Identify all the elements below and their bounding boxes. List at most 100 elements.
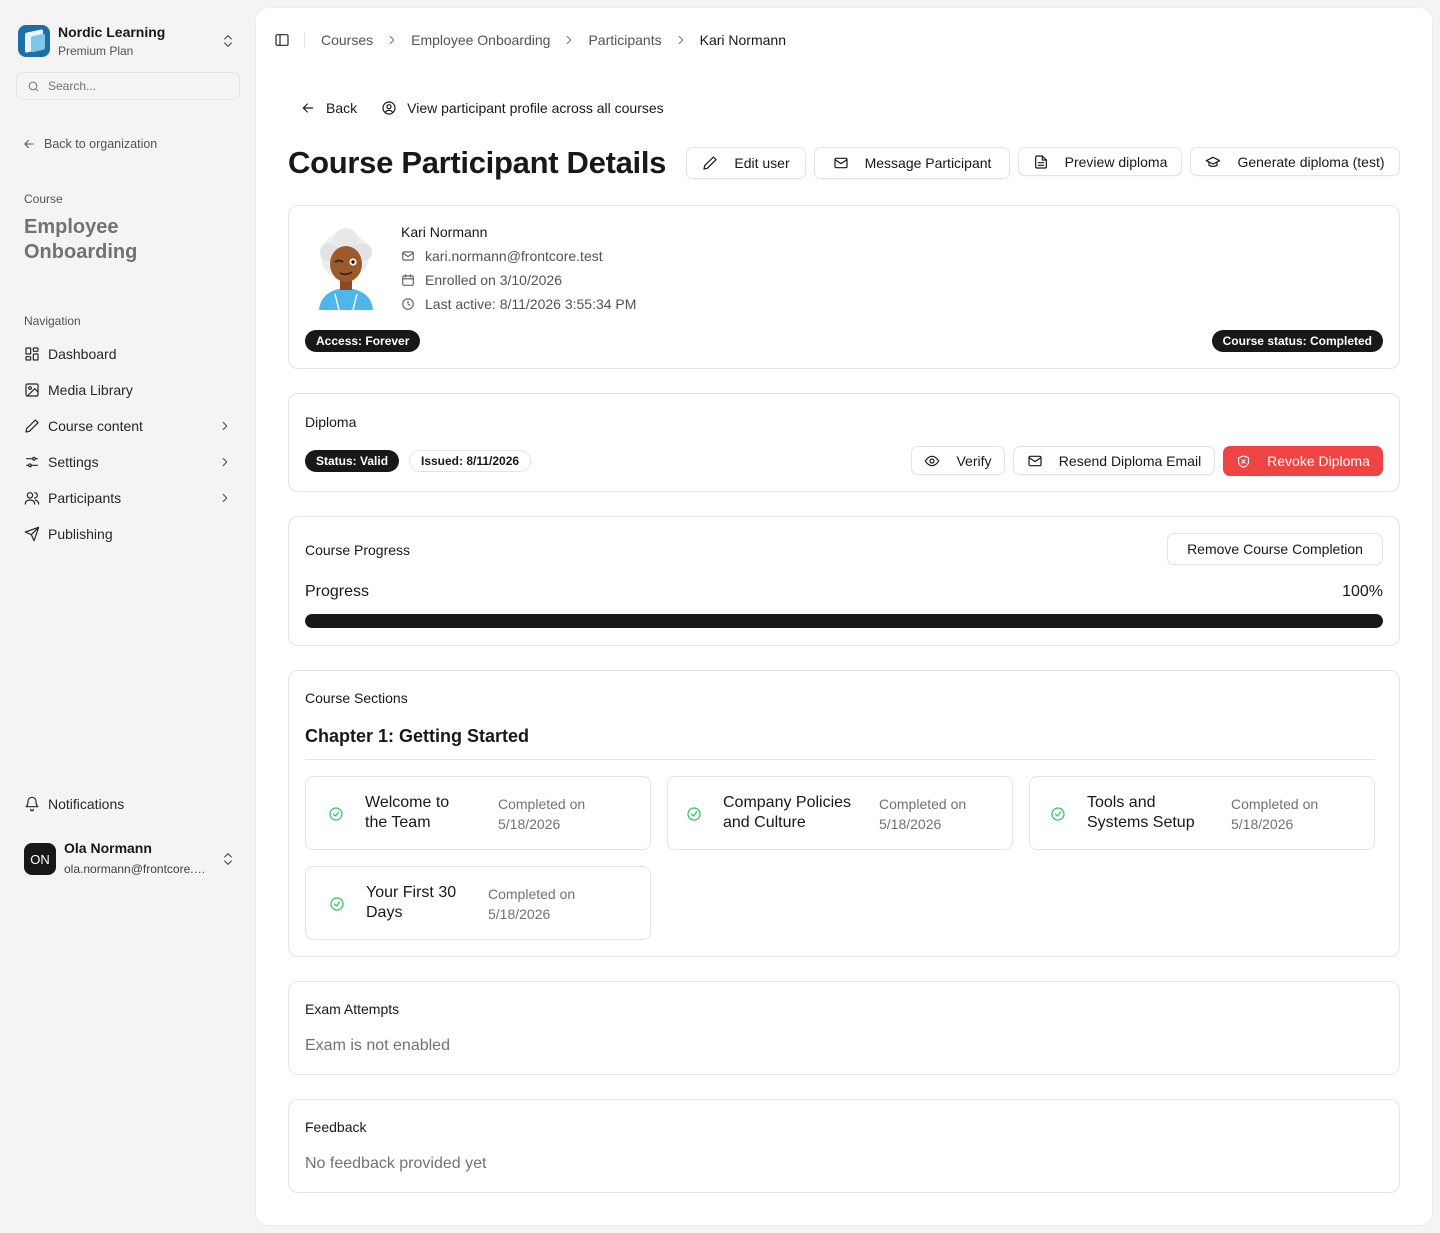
- edit-user-button[interactable]: Edit user: [686, 147, 806, 179]
- org-plan: Premium Plan: [58, 43, 134, 58]
- sidebar-item-dashboard[interactable]: Dashboard: [16, 336, 240, 372]
- participant-email-row: kari.normann@frontcore.test: [401, 248, 603, 264]
- diploma-status-badge: Status: Valid: [305, 450, 400, 472]
- participant-avatar: [319, 228, 373, 310]
- top-links: Back View participant profile across all…: [300, 100, 664, 116]
- breadcrumb-course[interactable]: Employee Onboarding: [411, 32, 550, 48]
- pencil-icon: [25, 419, 39, 433]
- remove-course-completion-button[interactable]: Remove Course Completion: [1167, 533, 1383, 565]
- check-circle-icon: [687, 807, 701, 821]
- lesson-card[interactable]: Your First 30 Days Completed on 5/18/202…: [305, 866, 651, 940]
- view-profile-link[interactable]: View participant profile across all cour…: [381, 100, 664, 116]
- eye-icon: [925, 455, 940, 466]
- lesson-card[interactable]: Company Policies and Culture Completed o…: [667, 776, 1013, 850]
- course-progress-card: Course Progress Remove Course Completion…: [288, 516, 1400, 646]
- remove-course-completion-label: Remove Course Completion: [1187, 541, 1363, 557]
- chevron-right-icon: [678, 35, 683, 45]
- shield-x-icon: [1238, 454, 1250, 468]
- message-participant-button[interactable]: Message Participant: [814, 147, 1010, 179]
- breadcrumb-divider: [304, 32, 305, 48]
- back-to-organization-link[interactable]: Back to organization: [22, 137, 157, 151]
- access-badge: Access: Forever: [305, 330, 421, 352]
- verify-button[interactable]: Verify: [911, 446, 1005, 475]
- lesson-card[interactable]: Tools and Systems Setup Completed on 5/1…: [1029, 776, 1375, 850]
- org-switcher[interactable]: Nordic Learning Premium Plan: [18, 24, 242, 58]
- sidebar-item-participants[interactable]: Participants: [16, 480, 240, 516]
- sidebar-toggle-icon[interactable]: [274, 32, 290, 48]
- sidebar-item-publishing[interactable]: Publishing: [16, 516, 240, 552]
- clock-icon: [402, 298, 414, 310]
- sidebar-item-label: Publishing: [48, 526, 113, 542]
- preview-diploma-button[interactable]: Preview diploma: [1018, 147, 1182, 176]
- diploma-title: Diploma: [305, 414, 357, 430]
- bell-icon: [25, 796, 39, 812]
- sidebar-item-media-library[interactable]: Media Library: [16, 372, 240, 408]
- lesson-completed: Completed on 5/18/2026: [1231, 794, 1318, 834]
- sidebar-item-label: Course content: [48, 418, 143, 434]
- generate-diploma-button[interactable]: Generate diploma (test): [1190, 147, 1400, 176]
- breadcrumb-current: Kari Normann: [699, 32, 786, 48]
- lesson-completed: Completed on 5/18/2026: [498, 794, 585, 834]
- sidebar-item-label: Dashboard: [48, 346, 117, 362]
- sidebar-item-label: Settings: [48, 454, 99, 470]
- lesson-completed-label: Completed on: [488, 886, 576, 902]
- image-icon: [25, 383, 39, 397]
- diploma-issued-badge: Issued: 8/11/2026: [409, 450, 532, 472]
- back-link[interactable]: Back: [300, 100, 357, 116]
- sidebar-item-course-content[interactable]: Course content: [16, 408, 240, 444]
- lesson-card[interactable]: Welcome to the Team Completed on 5/18/20…: [305, 776, 651, 850]
- diploma-card: Diploma Status: Valid Issued: 8/11/2026 …: [288, 393, 1400, 492]
- lesson-completed-date: 5/18/2026: [879, 816, 942, 832]
- course-status-badge: Course status: Completed: [1211, 330, 1383, 352]
- breadcrumb-participants[interactable]: Participants: [588, 32, 661, 48]
- lesson-completed-date: 5/18/2026: [1231, 816, 1294, 832]
- revoke-diploma-label: Revoke Diploma: [1267, 453, 1370, 469]
- lesson-name: Tools and Systems Setup: [1087, 794, 1195, 831]
- revoke-diploma-button[interactable]: Revoke Diploma: [1223, 446, 1383, 476]
- search-icon: [28, 81, 39, 91]
- participant-last-active: Last active: 8/11/2026 3:55:34 PM: [425, 296, 637, 312]
- course-sections-card: Course Sections Chapter 1: Getting Start…: [288, 670, 1400, 957]
- notifications-link[interactable]: Notifications: [24, 796, 124, 812]
- chevron-right-icon: [222, 421, 228, 431]
- chevron-right-icon: [222, 457, 228, 467]
- lesson-completed-label: Completed on: [498, 796, 586, 812]
- chevron-right-icon: [222, 493, 228, 503]
- mail-icon: [402, 251, 414, 261]
- feedback-card: Feedback No feedback provided yet: [288, 1099, 1400, 1193]
- course-sections-title: Course Sections: [305, 690, 408, 706]
- lesson-name: Company Policies and Culture: [723, 794, 852, 831]
- graduation-cap-icon: [1206, 156, 1221, 167]
- lesson-completed-date: 5/18/2026: [488, 906, 551, 922]
- arrow-left-icon: [302, 103, 314, 113]
- sidebar-item-label: Media Library: [48, 382, 133, 398]
- notifications-label: Notifications: [48, 796, 125, 812]
- breadcrumb-courses[interactable]: Courses: [321, 32, 373, 48]
- breadcrumb: Courses Employee Onboarding Participants…: [274, 32, 786, 48]
- lesson-completed-label: Completed on: [1231, 796, 1319, 812]
- user-menu[interactable]: ON Ola Normann ola.normann@frontcore.tes…: [24, 840, 236, 878]
- view-profile-label: View participant profile across all cour…: [407, 100, 664, 116]
- sidebar-item-settings[interactable]: Settings: [16, 444, 240, 480]
- back-to-organization-label: Back to organization: [44, 137, 158, 151]
- pencil-icon: [703, 156, 717, 170]
- send-icon: [24, 526, 40, 542]
- org-logo: [18, 25, 50, 57]
- sliders-icon: [26, 456, 38, 468]
- calendar-icon: [402, 274, 414, 286]
- resend-diploma-email-button[interactable]: Resend Diploma Email: [1013, 446, 1215, 475]
- search-input[interactable]: Search...: [16, 72, 240, 100]
- participant-card: Kari Normann kari.normann@frontcore.test…: [288, 205, 1400, 369]
- participant-enrolled-row: Enrolled on 3/10/2026: [401, 272, 562, 288]
- lesson-name: Welcome to the Team: [365, 794, 450, 831]
- back-label: Back: [326, 100, 358, 116]
- page-title: Course Participant Details: [288, 145, 667, 180]
- participant-last-active-row: Last active: 8/11/2026 3:55:34 PM: [401, 296, 636, 312]
- user-name: Ola Normann: [64, 840, 152, 856]
- participant-name: Kari Normann: [401, 224, 488, 240]
- sidebar: Nordic Learning Premium Plan Search... B…: [0, 0, 256, 1233]
- check-circle-icon: [329, 807, 343, 821]
- file-text-icon: [1034, 154, 1047, 169]
- resend-diploma-email-label: Resend Diploma Email: [1058, 452, 1202, 469]
- lesson-completed: Completed on 5/18/2026: [488, 884, 575, 924]
